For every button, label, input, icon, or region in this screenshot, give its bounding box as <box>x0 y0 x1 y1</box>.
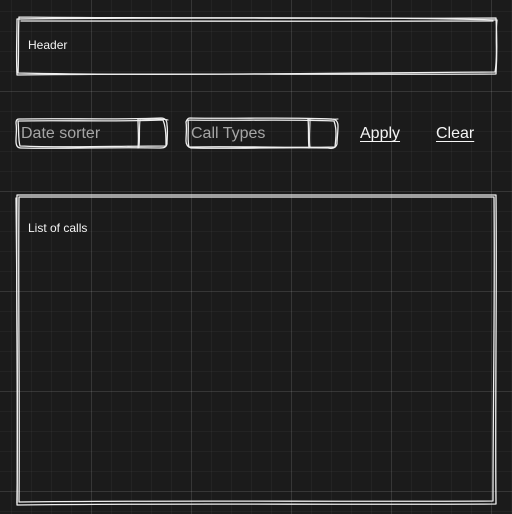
call-list-outline <box>15 194 497 506</box>
call-list-container: List of calls <box>15 193 498 507</box>
clear-link[interactable]: Clear <box>436 125 474 143</box>
date-sorter-value: Date sorter <box>21 125 101 142</box>
dropdown-arrow-icon <box>137 118 169 149</box>
header-container: Header <box>15 16 498 76</box>
date-sorter-dropdown[interactable]: Date sorter <box>15 117 169 149</box>
call-types-dropdown[interactable]: Call Types <box>185 117 339 150</box>
header-label: Header <box>28 38 68 52</box>
apply-link[interactable]: Apply <box>360 125 400 143</box>
dropdown-arrow-icon <box>307 118 339 149</box>
call-types-value: Call Types <box>191 125 266 142</box>
header-outline <box>15 16 498 76</box>
call-list-label: List of calls <box>28 221 88 235</box>
